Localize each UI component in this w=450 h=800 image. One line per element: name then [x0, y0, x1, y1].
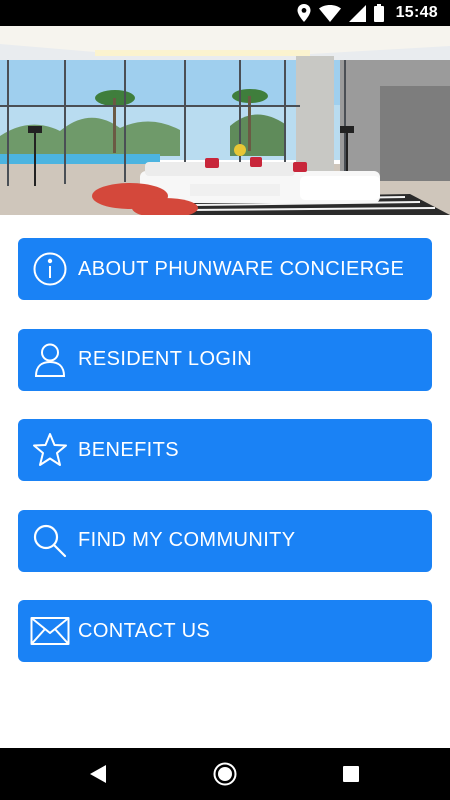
back-button[interactable] — [68, 748, 128, 800]
about-phunware-concierge-label: ABOUT PHUNWARE CONCIERGE — [78, 257, 405, 280]
benefits-button[interactable]: BENEFITS — [18, 419, 432, 481]
status-bar: 15:48 — [0, 0, 450, 26]
envelope-icon — [30, 611, 70, 651]
main-menu: ABOUT PHUNWARE CONCIERGE RESIDENT LOGIN … — [18, 238, 432, 691]
contact-us-label: CONTACT US — [78, 619, 211, 642]
resident-login-label: RESIDENT LOGIN — [78, 348, 253, 370]
user-icon — [30, 340, 70, 380]
recents-button[interactable] — [321, 748, 381, 800]
hero-image — [0, 26, 450, 215]
find-my-community-button[interactable]: FIND MY COMMUNITY — [18, 509, 432, 572]
signal-icon — [348, 4, 366, 22]
resident-login-button[interactable]: RESIDENT LOGIN — [18, 328, 432, 391]
status-icons: 15:48 — [297, 3, 438, 23]
location-icon — [297, 4, 311, 22]
back-icon — [90, 765, 106, 783]
home-icon — [213, 762, 237, 786]
star-icon — [30, 430, 70, 470]
home-button[interactable] — [195, 748, 255, 800]
about-phunware-concierge-button[interactable]: ABOUT PHUNWARE CONCIERGE — [18, 238, 432, 300]
search-icon — [30, 521, 70, 561]
find-my-community-label: FIND MY COMMUNITY — [78, 529, 296, 551]
info-icon — [30, 249, 70, 289]
benefits-label: BENEFITS — [78, 438, 179, 461]
wifi-icon — [318, 4, 341, 22]
navigation-bar — [0, 748, 450, 800]
status-time: 15:48 — [395, 4, 438, 21]
recents-icon — [343, 766, 359, 782]
contact-us-button[interactable]: CONTACT US — [18, 600, 432, 662]
battery-icon — [373, 4, 384, 22]
